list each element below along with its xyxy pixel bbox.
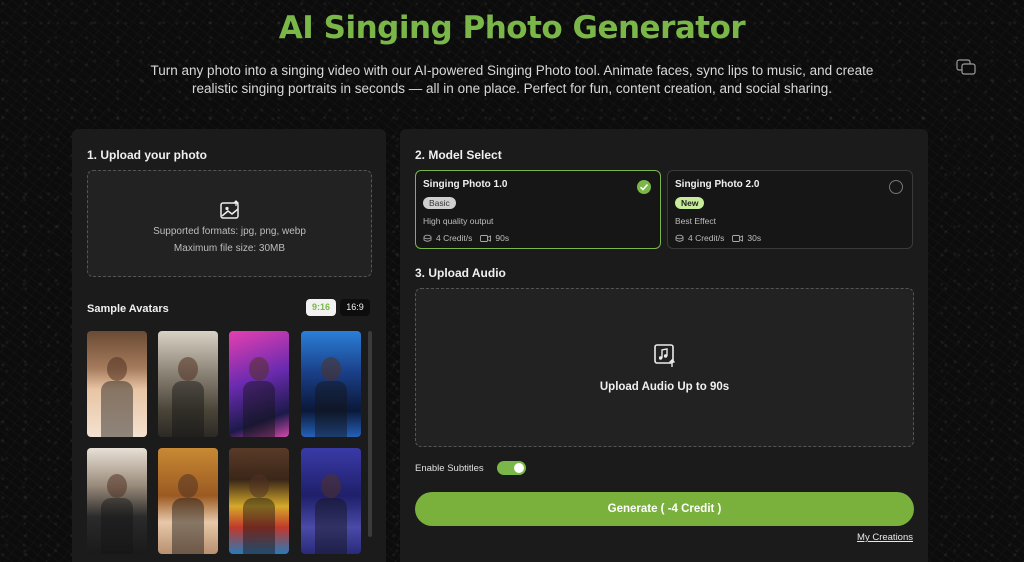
avatar-girl-teddy[interactable]	[158, 448, 218, 554]
credit-icon	[675, 234, 684, 242]
upload-audio-title: 3. Upload Audio	[415, 266, 506, 280]
model-radio[interactable]	[889, 180, 903, 194]
model-badge: Basic	[423, 197, 456, 209]
video-duration-icon	[480, 234, 492, 242]
upload-photo-panel: 1. Upload your photo Supported formats: …	[72, 129, 386, 562]
settings-panel: 2. Model Select Singing Photo 1.0 Basic …	[400, 129, 928, 562]
enable-subtitles-label: Enable Subtitles	[415, 463, 484, 474]
model-meta: 4 Credit/s 90s	[423, 233, 509, 243]
toggle-knob	[514, 463, 524, 473]
model-desc: High quality output	[423, 216, 494, 226]
my-creations-link[interactable]: My Creations	[857, 532, 913, 543]
model-name: Singing Photo 2.0	[675, 179, 760, 190]
model-card-singing-photo-2[interactable]: Singing Photo 2.0 New Best Effect 4 Cred…	[667, 170, 913, 249]
generate-button[interactable]: Generate ( -4 Credit )	[415, 492, 914, 526]
supported-formats-text: Supported formats: jpg, png, webp	[153, 226, 306, 237]
avatar-woman-stage-pink[interactable]	[229, 331, 289, 437]
avatar-man-stage-purple[interactable]	[301, 448, 361, 554]
music-upload-icon	[654, 344, 675, 367]
ratio-9-16-button[interactable]: 9:16	[306, 299, 336, 316]
enable-subtitles-toggle[interactable]	[497, 461, 526, 475]
page-subtitle: Turn any photo into a singing video with…	[150, 63, 874, 96]
upload-photo-title: 1. Upload your photo	[87, 148, 207, 162]
model-name: Singing Photo 1.0	[423, 179, 508, 190]
video-duration-icon	[732, 234, 744, 242]
sample-avatars-title: Sample Avatars	[87, 303, 169, 315]
avatar-boy-guitar[interactable]	[87, 448, 147, 554]
avatar-man-street[interactable]	[158, 331, 218, 437]
ratio-16-9-button[interactable]: 16:9	[340, 299, 370, 316]
model-duration: 90s	[495, 233, 510, 243]
upload-audio-label: Upload Audio Up to 90s	[599, 381, 730, 393]
model-credits: 4 Credit/s	[436, 233, 473, 243]
chat-icon[interactable]	[956, 58, 976, 76]
upload-photo-dropzone[interactable]: Supported formats: jpg, png, webp Maximu…	[87, 170, 372, 277]
avatar-woman-microphone[interactable]	[87, 331, 147, 437]
page-title: AI Singing Photo Generator	[278, 10, 746, 46]
model-credits: 4 Credit/s	[688, 233, 725, 243]
image-upload-icon	[220, 200, 239, 219]
upload-audio-dropzone[interactable]: Upload Audio Up to 90s	[415, 288, 914, 447]
max-file-size-text: Maximum file size: 30MB	[173, 243, 286, 254]
model-card-singing-photo-1[interactable]: Singing Photo 1.0 Basic High quality out…	[415, 170, 661, 249]
model-duration: 30s	[747, 233, 762, 243]
model-badge: New	[675, 197, 705, 209]
avatar-woman-colorful-dress[interactable]	[229, 448, 289, 554]
avatar-woman-stage-blue[interactable]	[301, 331, 361, 437]
credit-icon	[423, 234, 432, 242]
model-select-title: 2. Model Select	[415, 148, 502, 162]
selected-check-icon	[637, 180, 651, 194]
model-desc: Best Effect	[675, 216, 716, 226]
avatars-scrollbar[interactable]	[368, 331, 372, 537]
model-meta: 4 Credit/s 30s	[675, 233, 761, 243]
